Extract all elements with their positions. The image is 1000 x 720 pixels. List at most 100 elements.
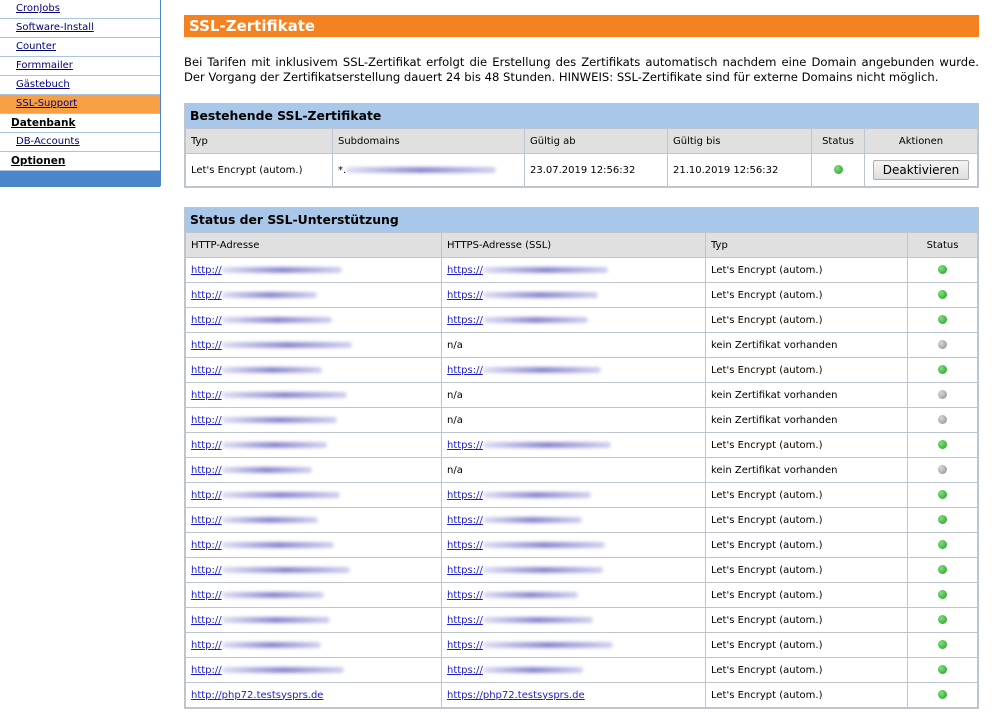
http-address-link[interactable]: http:// (191, 315, 222, 326)
sidebar-item-label[interactable]: Gästebuch (16, 79, 70, 90)
status-grey-dot-icon (938, 465, 947, 474)
cert-subdomains: *. (332, 153, 525, 187)
https-address-link[interactable]: https:// (447, 540, 483, 551)
ssl-status-cell (907, 332, 978, 358)
http-address-cell: http:// (185, 632, 442, 658)
http-address-link[interactable]: http:// (191, 465, 222, 476)
sidebar-item-label[interactable]: CronJobs (16, 3, 60, 14)
sidebar-item-label[interactable]: Formmailer (16, 60, 73, 71)
table-row: http:// https:// Let's Encrypt (autom.) (185, 632, 978, 658)
http-address-cell: http:// (185, 282, 442, 308)
sidebar-item-counter[interactable]: Counter (0, 38, 160, 57)
https-address-link[interactable]: https://php72.testsysprs.de (447, 690, 585, 701)
ssl-status-cell (907, 582, 978, 608)
column-header-subdomains: Subdomains (332, 128, 525, 154)
https-address-link[interactable]: https:// (447, 290, 483, 301)
redacted-text (482, 516, 582, 523)
cert-subdomains-text: *. (338, 164, 347, 176)
table-row: http:// https:// Let's Encrypt (autom.) (185, 432, 978, 458)
https-address-link[interactable]: https:// (447, 515, 483, 526)
redacted-text (482, 441, 611, 448)
ssl-status-cell (907, 532, 978, 558)
sidebar-item-label[interactable]: Optionen (11, 155, 65, 167)
ssl-type-cell: Let's Encrypt (autom.) (705, 432, 908, 458)
https-address-link[interactable]: https:// (447, 665, 483, 676)
sidebar-item-db-accounts[interactable]: DB-Accounts (0, 133, 160, 152)
table-header-row: HTTP-Adresse HTTPS-Adresse (SSL) Typ Sta… (185, 232, 978, 258)
redacted-text (221, 441, 327, 448)
http-address-link[interactable]: http:// (191, 640, 222, 651)
table-row: http:// https:// Let's Encrypt (autom.) (185, 357, 978, 383)
sidebar-item-label[interactable]: Datenbank (11, 117, 75, 129)
sidebar-item-label[interactable]: Software-Install (16, 22, 94, 33)
status-green-dot-icon (938, 665, 947, 674)
redacted-text (482, 291, 598, 298)
table-row: http:// https:// Let's Encrypt (autom.) (185, 607, 978, 633)
sidebar-item-optionen[interactable]: Optionen (0, 152, 160, 171)
https-address-link[interactable]: https:// (447, 615, 483, 626)
redacted-text (221, 466, 312, 473)
http-address-link[interactable]: http://php72.testsysprs.de (191, 690, 323, 701)
redacted-text (346, 166, 497, 173)
ssl-status-cell (907, 482, 978, 508)
http-address-cell: http:// (185, 382, 442, 408)
https-address-text: n/a (447, 389, 463, 401)
https-address-link[interactable]: https:// (447, 590, 483, 601)
https-address-link[interactable]: https:// (447, 640, 483, 651)
sidebar-item-ssl-support[interactable]: SSL-Support (0, 95, 160, 114)
table-row: http:// https:// Let's Encrypt (autom.) (185, 657, 978, 683)
redacted-text (221, 541, 334, 548)
https-address-link[interactable]: https:// (447, 265, 483, 276)
deactivate-button[interactable]: Deaktivieren (872, 160, 970, 180)
http-address-link[interactable]: http:// (191, 665, 222, 676)
table-row: http://php72.testsysprs.de https://php72.… (185, 682, 978, 708)
cert-status (811, 153, 865, 187)
http-address-cell: http:// (185, 482, 442, 508)
http-address-link[interactable]: http:// (191, 415, 222, 426)
status-green-dot-icon (938, 365, 947, 374)
sidebar-item-datenbank[interactable]: Datenbank (0, 114, 160, 133)
https-address-link[interactable]: https:// (447, 490, 483, 501)
table-row: http:// n/a kein Zertifikat vorhanden (185, 407, 978, 433)
table-row: http:// https:// Let's Encrypt (autom.) (185, 507, 978, 533)
http-address-cell: http:// (185, 607, 442, 633)
http-address-link[interactable]: http:// (191, 365, 222, 376)
http-address-link[interactable]: http:// (191, 290, 222, 301)
http-address-link[interactable]: http:// (191, 390, 222, 401)
status-green-dot-icon (938, 290, 947, 299)
sidebar-item-label[interactable]: SSL-Support (16, 98, 77, 109)
http-address-link[interactable]: http:// (191, 615, 222, 626)
table-row: http:// https:// Let's Encrypt (autom.) (185, 482, 978, 508)
http-address-link[interactable]: http:// (191, 565, 222, 576)
http-address-link[interactable]: http:// (191, 340, 222, 351)
https-address-link[interactable]: https:// (447, 440, 483, 451)
table-row: http:// n/a kein Zertifikat vorhanden (185, 457, 978, 483)
sidebar-item-cronjobs[interactable]: CronJobs (0, 0, 160, 19)
http-address-link[interactable]: http:// (191, 440, 222, 451)
http-address-link[interactable]: http:// (191, 590, 222, 601)
https-address-link[interactable]: https:// (447, 565, 483, 576)
http-address-link[interactable]: http:// (191, 265, 222, 276)
https-address-link[interactable]: https:// (447, 315, 483, 326)
sidebar-item-label[interactable]: Counter (16, 41, 56, 52)
http-address-link[interactable]: http:// (191, 490, 222, 501)
https-address-cell: https:// (441, 432, 706, 458)
ssl-status-cell (907, 257, 978, 283)
sidebar-item-label[interactable]: DB-Accounts (16, 136, 80, 147)
redacted-text (482, 316, 588, 323)
sidebar-item-formmailer[interactable]: Formmailer (0, 57, 160, 76)
ssl-type-cell: Let's Encrypt (autom.) (705, 682, 908, 708)
http-address-cell: http:// (185, 257, 442, 283)
http-address-link[interactable]: http:// (191, 540, 222, 551)
redacted-text (221, 366, 322, 373)
http-address-link[interactable]: http:// (191, 515, 222, 526)
https-address-cell: https:// (441, 582, 706, 608)
ssl-status-cell (907, 682, 978, 708)
https-address-link[interactable]: https:// (447, 365, 483, 376)
https-address-cell: https:// (441, 507, 706, 533)
http-address-cell: http:// (185, 307, 442, 333)
cert-valid-to: 21.10.2019 12:56:32 (667, 153, 812, 187)
sidebar-item-gästebuch[interactable]: Gästebuch (0, 76, 160, 95)
sidebar-item-software-install[interactable]: Software-Install (0, 19, 160, 38)
column-header-status: Status (907, 232, 978, 258)
